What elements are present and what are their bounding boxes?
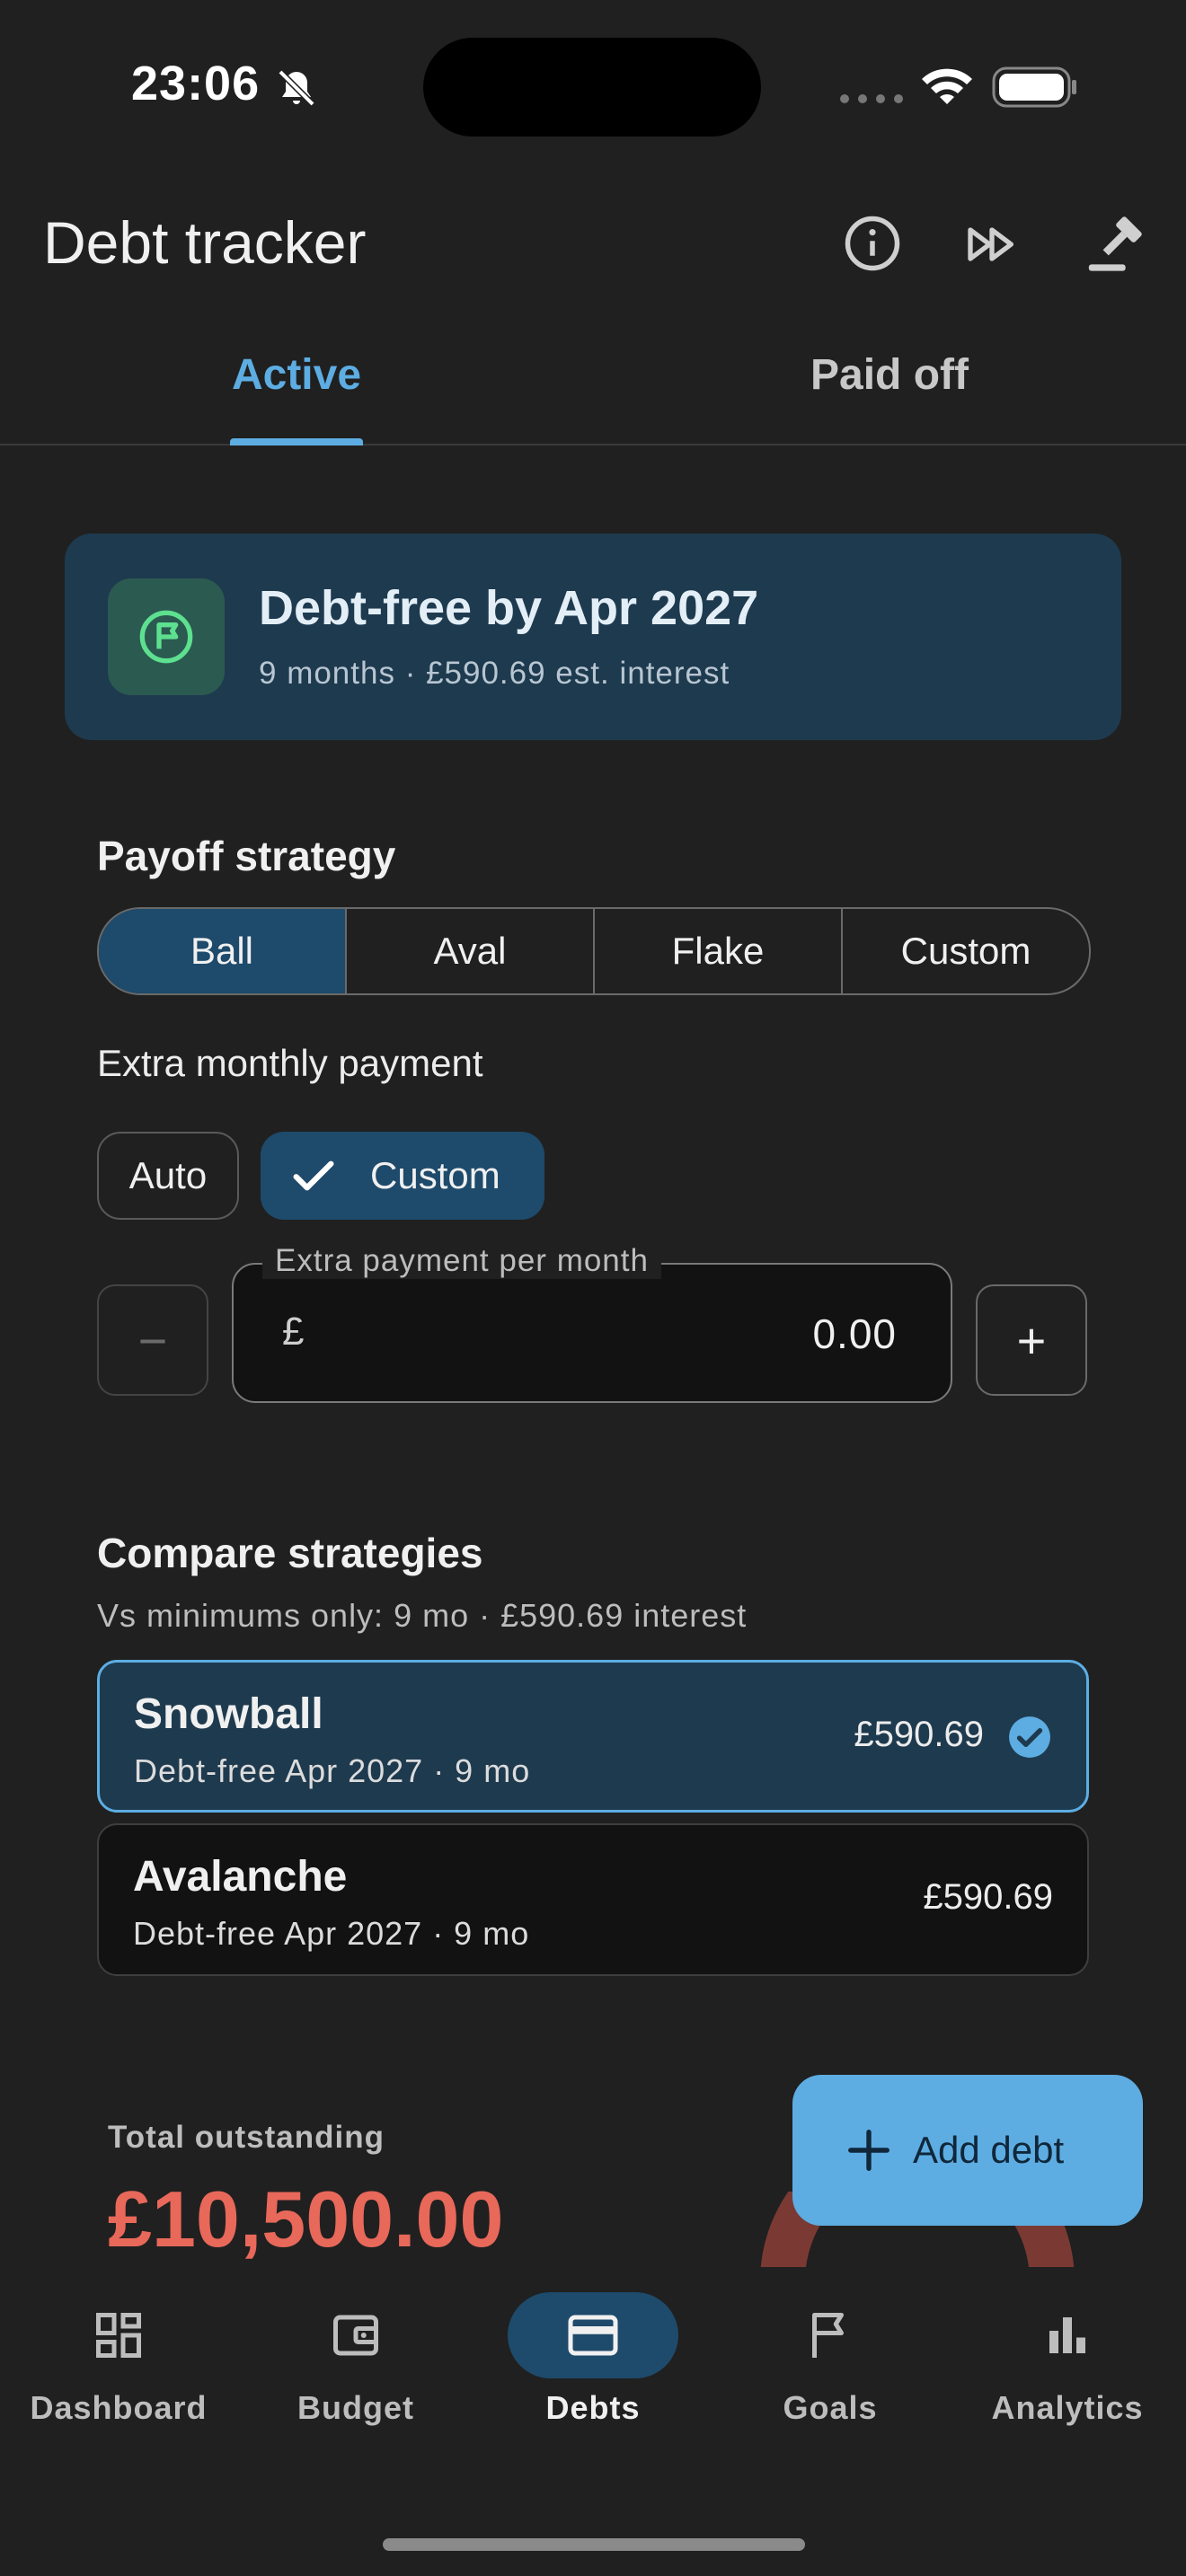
tab-active[interactable]: Active bbox=[117, 350, 476, 400]
dashboard-icon bbox=[96, 2313, 141, 2358]
page-title: Debt tracker bbox=[43, 209, 367, 276]
card-subtitle: Debt-free Apr 2027 · 9 mo bbox=[133, 1915, 530, 1952]
battery-icon bbox=[992, 66, 1076, 108]
total-outstanding-amount: £10,500.00 bbox=[108, 2175, 504, 2263]
card-title: Snowball bbox=[134, 1690, 323, 1738]
flag-icon bbox=[139, 610, 193, 664]
banner-subtitle: 9 months · £590.69 est. interest bbox=[259, 656, 730, 691]
extra-payment-label: Extra payment per month bbox=[262, 1243, 661, 1279]
wifi-icon bbox=[922, 68, 972, 104]
fast-forward-icon[interactable] bbox=[963, 216, 1021, 273]
nav-dashboard[interactable]: Dashboard bbox=[0, 2292, 237, 2427]
strategy-card-avalanche[interactable]: Avalanche Debt-free Apr 2027 · 9 mo £590… bbox=[97, 1823, 1089, 1976]
extra-payment-input[interactable]: Extra payment per month £ 0.00 bbox=[232, 1243, 952, 1403]
compare-subtitle: Vs minimums only: 9 mo · £590.69 interes… bbox=[97, 1597, 748, 1634]
credit-card-icon bbox=[568, 2315, 618, 2356]
info-icon[interactable] bbox=[843, 214, 902, 273]
status-time: 23:06 bbox=[131, 57, 261, 110]
card-subtitle: Debt-free Apr 2027 · 9 mo bbox=[134, 1752, 531, 1789]
strategy-custom[interactable]: Custom bbox=[843, 909, 1089, 993]
banner-title: Debt-free by Apr 2027 bbox=[259, 581, 759, 635]
wallet-icon bbox=[333, 2315, 378, 2356]
chip-auto[interactable]: Auto bbox=[97, 1132, 239, 1220]
strategy-segmented-control: Ball Aval Flake Custom bbox=[97, 907, 1091, 995]
plus-icon bbox=[848, 2130, 890, 2171]
currency-symbol: £ bbox=[282, 1310, 305, 1354]
compare-strategies-title: Compare strategies bbox=[97, 1530, 483, 1576]
strategy-card-snowball[interactable]: Snowball Debt-free Apr 2027 · 9 mo £590.… bbox=[97, 1660, 1089, 1813]
flag-outline-icon bbox=[812, 2313, 844, 2358]
add-debt-label: Add debt bbox=[913, 2129, 1065, 2171]
card-title: Avalanche bbox=[133, 1853, 348, 1901]
payoff-strategy-title: Payoff strategy bbox=[97, 833, 396, 879]
chip-custom[interactable]: Custom bbox=[261, 1132, 544, 1220]
nav-budget[interactable]: Budget bbox=[237, 2292, 474, 2427]
increase-button[interactable]: + bbox=[976, 1284, 1087, 1396]
bottom-navigation: Dashboard Budget Debts Goals Analytics bbox=[0, 2267, 1186, 2576]
card-amount: £590.69 bbox=[854, 1715, 984, 1754]
gavel-icon[interactable] bbox=[1084, 212, 1146, 275]
strategy-aval[interactable]: Aval bbox=[347, 909, 595, 993]
tab-paid-off[interactable]: Paid off bbox=[710, 350, 1069, 400]
dynamic-island bbox=[423, 38, 761, 137]
decrease-button[interactable]: − bbox=[97, 1284, 208, 1396]
nav-analytics[interactable]: Analytics bbox=[949, 2292, 1186, 2427]
card-amount: £590.69 bbox=[923, 1877, 1053, 1917]
chip-custom-label: Custom bbox=[370, 1154, 500, 1196]
check-circle-icon bbox=[1009, 1716, 1050, 1758]
debt-free-banner: Debt-free by Apr 2027 9 months · £590.69… bbox=[65, 534, 1121, 740]
nav-goals[interactable]: Goals bbox=[712, 2292, 949, 2427]
bar-chart-icon bbox=[1049, 2317, 1085, 2353]
nav-debts[interactable]: Debts bbox=[474, 2292, 712, 2427]
tab-indicator bbox=[230, 438, 363, 446]
home-indicator[interactable] bbox=[383, 2538, 805, 2551]
strategy-flake[interactable]: Flake bbox=[595, 909, 843, 993]
strategy-ball[interactable]: Ball bbox=[99, 909, 347, 993]
bell-off-icon bbox=[278, 69, 315, 107]
check-icon bbox=[293, 1160, 334, 1191]
total-outstanding-label: Total outstanding bbox=[108, 2120, 385, 2155]
chip-auto-label: Auto bbox=[128, 1154, 208, 1196]
tab-divider bbox=[0, 444, 1186, 446]
add-debt-button[interactable]: Add debt bbox=[792, 2075, 1143, 2226]
cell-signal-icon bbox=[840, 94, 903, 103]
extra-payment-value: 0.00 bbox=[812, 1310, 897, 1357]
flag-badge bbox=[108, 578, 225, 695]
extra-payment-title: Extra monthly payment bbox=[97, 1042, 483, 1084]
